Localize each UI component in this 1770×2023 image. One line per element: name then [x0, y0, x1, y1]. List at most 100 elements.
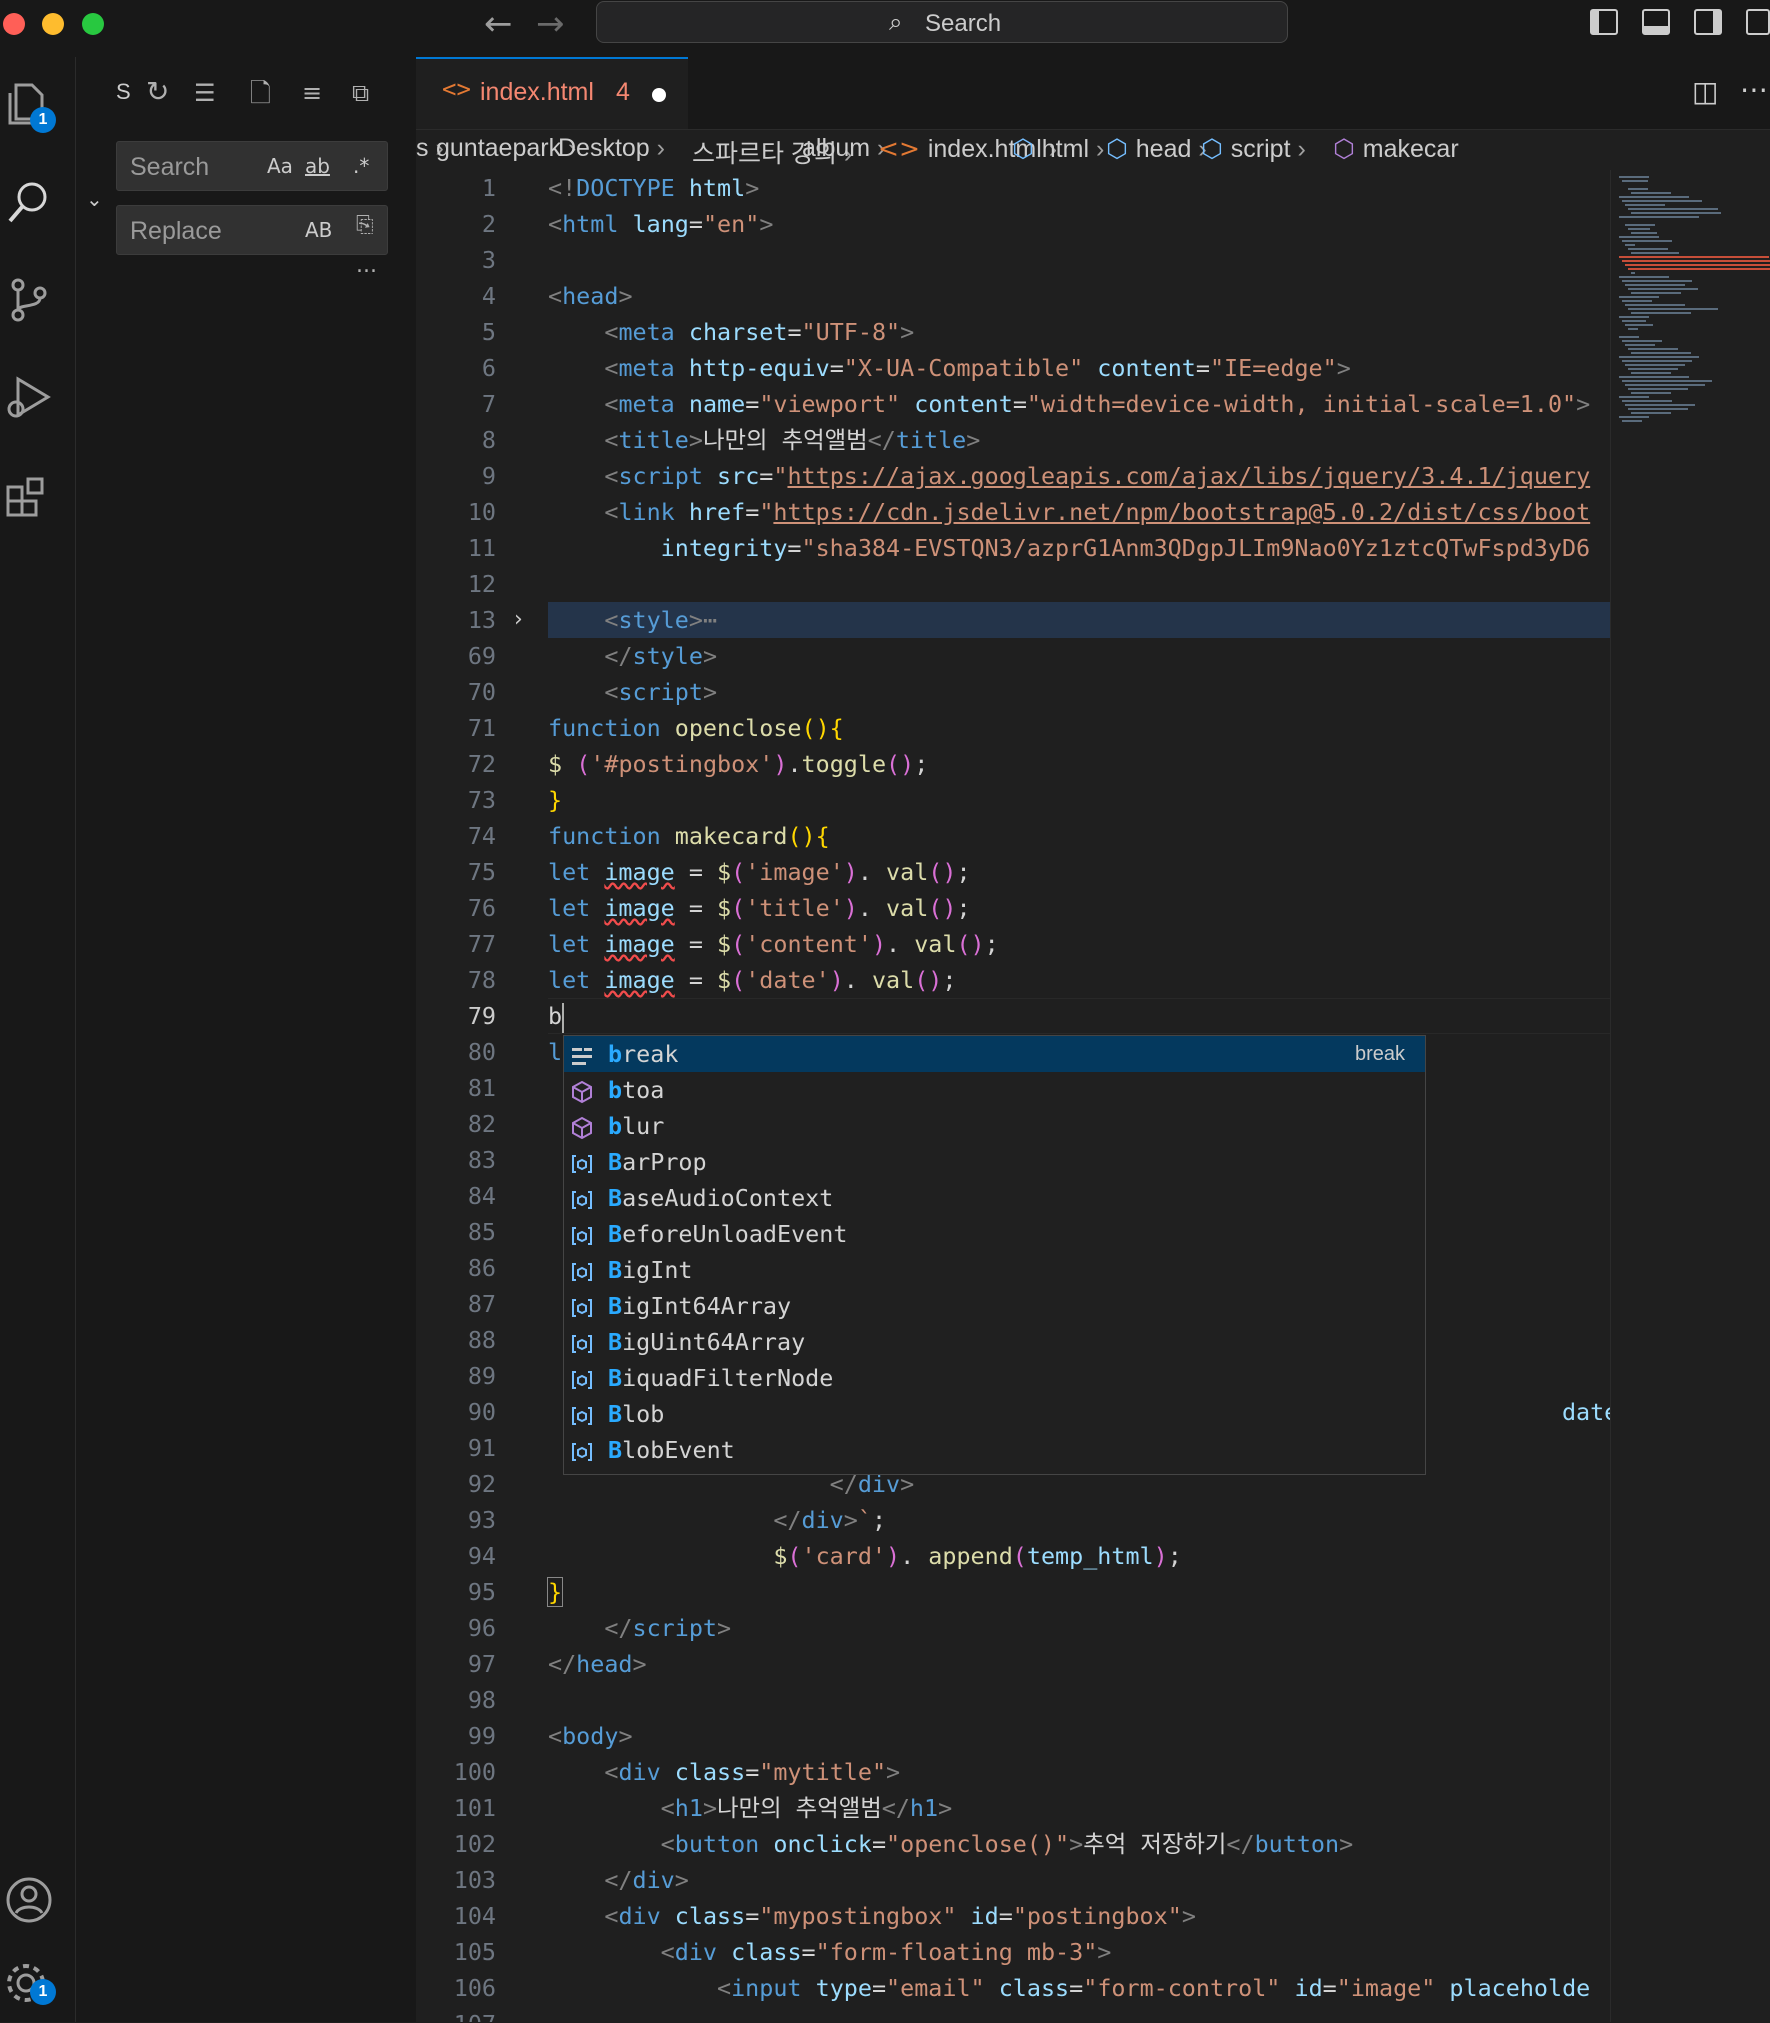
code-line[interactable]: 12	[416, 566, 1610, 602]
code-line[interactable]: 69 </style>	[416, 638, 1610, 674]
explorer-icon[interactable]: 1	[0, 67, 75, 143]
toggle-replace-chevron-icon[interactable]: ⌄	[86, 187, 103, 211]
toggle-secondary-sidebar-icon[interactable]	[1694, 9, 1722, 35]
code-line[interactable]: 3	[416, 242, 1610, 278]
suggestion-item[interactable]: BigInt64Array	[564, 1288, 1425, 1324]
suggestion-item[interactable]: break break	[564, 1036, 1425, 1072]
breadcrumb-item[interactable]: ⬡ head ›	[1106, 134, 1207, 164]
more-options-icon[interactable]: ...	[356, 253, 377, 278]
code-line[interactable]: 96 </script>	[416, 1610, 1610, 1646]
code-line[interactable]: 104 <div class="mypostingbox" id="postin…	[416, 1898, 1610, 1934]
code-line[interactable]: 79 b	[416, 998, 1610, 1034]
breadcrumb-item[interactable]: ⬡ script ›	[1201, 134, 1306, 164]
view-as-tree-icon[interactable]: ≡	[302, 79, 322, 107]
extensions-icon[interactable]	[0, 459, 75, 535]
autocomplete-suggestions[interactable]: break break btoa blur BarProp BaseAudioContex…	[563, 1035, 1426, 1475]
code-line[interactable]: 76 let image = $('title'). val();	[416, 890, 1610, 926]
code-line[interactable]: 8 <title>나만의 추억앨범</title>	[416, 422, 1610, 458]
command-center-search[interactable]: ⌕ Search	[596, 1, 1288, 43]
regex-toggle[interactable]: .*	[353, 154, 369, 178]
code-line[interactable]: 11 integrity="sha384-EVSTQN3/azprG1Anm3Q…	[416, 530, 1610, 566]
replace-all-icon[interactable]: ⎘	[356, 213, 374, 238]
code-line[interactable]: 93 </div>`;	[416, 1502, 1610, 1538]
close-window-button[interactable]	[3, 13, 25, 35]
suggestion-item[interactable]: BiquadFilterNode	[564, 1360, 1425, 1396]
minimap[interactable]	[1610, 170, 1770, 2022]
suggestion-item[interactable]: BigUint64Array	[564, 1324, 1425, 1360]
customize-layout-icon[interactable]	[1746, 9, 1770, 35]
breadcrumb-item[interactable]: Desktop ›	[558, 134, 665, 163]
settings-gear-icon[interactable]: 1	[0, 1947, 75, 2023]
code-line[interactable]: 97 </head>	[416, 1646, 1610, 1682]
suggestion-item[interactable]: BaseAudioContext	[564, 1180, 1425, 1216]
suggestion-item[interactable]: BigInt	[564, 1252, 1425, 1288]
replace-input[interactable]: Replace AB	[116, 205, 388, 255]
whole-word-toggle[interactable]: ab	[305, 154, 330, 178]
code-line[interactable]: 78 let image = $('date'). val();	[416, 962, 1610, 998]
line-number: 77	[467, 930, 496, 958]
back-arrow-icon[interactable]: ←	[484, 4, 513, 44]
search-input[interactable]: Search Aa ab .*	[116, 141, 388, 191]
collapse-all-icon[interactable]: ⧉	[352, 79, 369, 107]
accounts-icon[interactable]	[0, 1863, 75, 1939]
code-line[interactable]: 77 let image = $('content'). val();	[416, 926, 1610, 962]
code-line[interactable]: 94 $('card'). append(temp_html);	[416, 1538, 1610, 1574]
code-line[interactable]: 1 <!DOCTYPE html>	[416, 170, 1610, 206]
maximize-window-button[interactable]	[82, 13, 104, 35]
code-line[interactable]: 74 function makecard(){	[416, 818, 1610, 854]
code-line[interactable]: 10 <link href="https://cdn.jsdelivr.net/…	[416, 494, 1610, 530]
more-actions-icon[interactable]: ⋯	[1740, 73, 1768, 106]
tab-index-html[interactable]: <> index.html 4	[416, 57, 688, 129]
code-token: </	[773, 1506, 802, 1534]
code-line[interactable]: 107	[416, 2006, 1610, 2022]
unsaved-dot-icon[interactable]	[652, 88, 666, 102]
breadcrumb-item[interactable]: guntaepark ›	[436, 134, 576, 163]
code-line[interactable]: 75 let image = $('image'). val();	[416, 854, 1610, 890]
code-line[interactable]: 103 </div>	[416, 1862, 1610, 1898]
code-line[interactable]: 4 <head>	[416, 278, 1610, 314]
suggestion-item[interactable]: blur	[564, 1108, 1425, 1144]
code-line[interactable]: 95}	[416, 1574, 1610, 1610]
refresh-icon[interactable]: ↻	[146, 75, 169, 108]
code-text: <body>	[548, 1718, 633, 1754]
run-debug-icon[interactable]	[0, 361, 75, 437]
code-line[interactable]: 71 function openclose(){	[416, 710, 1610, 746]
clear-results-icon[interactable]: ☰	[194, 79, 216, 107]
code-line[interactable]: 6 <meta http-equiv="X-UA-Compatible" con…	[416, 350, 1610, 386]
code-line[interactable]: 102 <button onclick="openclose()">추억 저장하…	[416, 1826, 1610, 1862]
code-line[interactable]: 2 <html lang="en">	[416, 206, 1610, 242]
line-number: 103	[453, 1866, 496, 1894]
code-line[interactable]: 73}	[416, 782, 1610, 818]
code-line[interactable]: 13 › <style>⋯	[416, 602, 1610, 638]
breadcrumb-item[interactable]: album ›	[802, 134, 885, 163]
code-line[interactable]: 7 <meta name="viewport" content="width=d…	[416, 386, 1610, 422]
source-control-icon[interactable]	[0, 263, 75, 339]
code-line[interactable]: 99 <body>	[416, 1718, 1610, 1754]
suggestion-item[interactable]: BlobEvent	[564, 1432, 1425, 1468]
match-case-toggle[interactable]: Aa	[267, 154, 293, 178]
code-line[interactable]: 72 $ ('#postingbox').toggle();	[416, 746, 1610, 782]
suggestion-item[interactable]: Blob	[564, 1396, 1425, 1432]
code-line[interactable]: 101 <h1>나만의 추억앨범</h1>	[416, 1790, 1610, 1826]
code-line[interactable]: 105 <div class="form-floating mb-3">	[416, 1934, 1610, 1970]
preserve-case-toggle[interactable]: AB	[305, 218, 332, 242]
search-icon[interactable]	[0, 165, 75, 241]
code-line[interactable]: 98	[416, 1682, 1610, 1718]
code-line[interactable]: 106 <input type="email" class="form-cont…	[416, 1970, 1610, 2006]
breadcrumb-item[interactable]: ⬡ html ›	[1012, 134, 1104, 164]
code-line[interactable]: 9 <script src="https://ajax.googleapis.c…	[416, 458, 1610, 494]
toggle-primary-sidebar-icon[interactable]	[1590, 9, 1618, 35]
fold-chevron-icon[interactable]: ›	[514, 602, 523, 638]
suggestion-item[interactable]: BeforeUnloadEvent	[564, 1216, 1425, 1252]
new-search-editor-icon[interactable]: 🗋	[250, 75, 271, 119]
toggle-panel-icon[interactable]	[1642, 9, 1670, 35]
breadcrumb-item[interactable]: ⬡ makecar	[1333, 134, 1459, 164]
suggestion-item[interactable]: btoa	[564, 1072, 1425, 1108]
code-line[interactable]: 5 <meta charset="UTF-8">	[416, 314, 1610, 350]
suggestion-item[interactable]: BarProp	[564, 1144, 1425, 1180]
minimize-window-button[interactable]	[42, 13, 64, 35]
forward-arrow-icon[interactable]: →	[536, 4, 565, 44]
split-editor-icon[interactable]: ◫	[1692, 75, 1718, 108]
code-line[interactable]: 100 <div class="mytitle">	[416, 1754, 1610, 1790]
code-line[interactable]: 70 <script>	[416, 674, 1610, 710]
